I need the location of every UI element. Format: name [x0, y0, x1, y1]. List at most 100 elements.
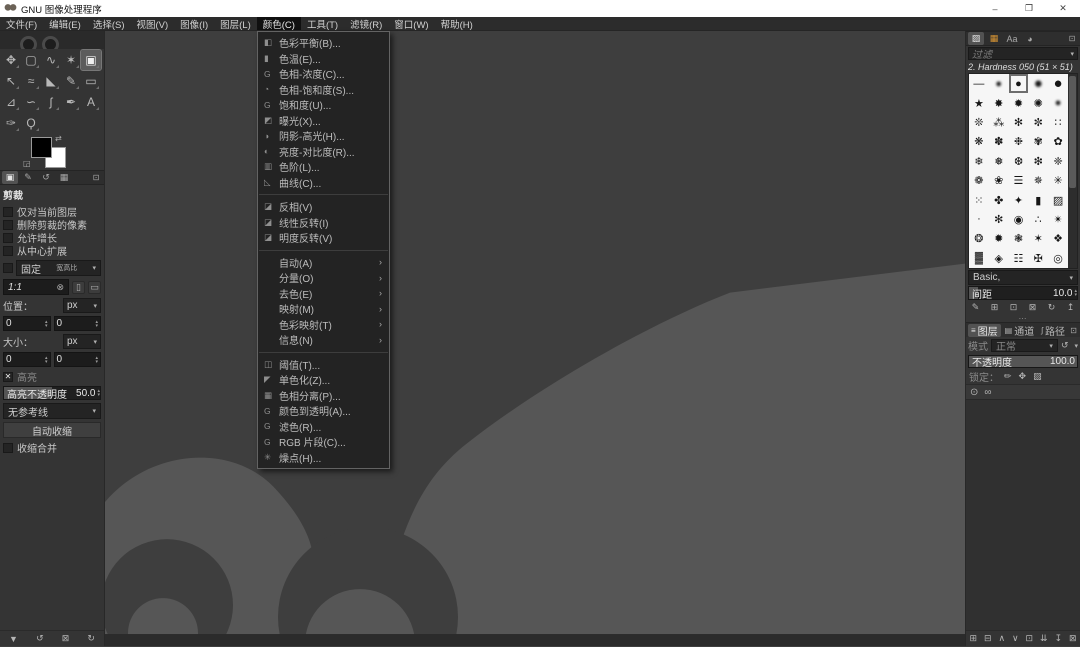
tool-color-picker[interactable]: ✑: [1, 113, 21, 133]
brush-thumbnail[interactable]: ❉: [1009, 132, 1029, 151]
tool-options-tab-icon[interactable]: ▣: [2, 171, 18, 184]
highlight-opacity-slider[interactable]: 高亮不透明度 50.0 ▴ ▾: [3, 386, 101, 400]
reset-tool-options-button[interactable]: ↻: [87, 633, 95, 644]
new-brush-button[interactable]: ⊞: [991, 302, 999, 313]
brush-thumbnail[interactable]: ☰: [1009, 171, 1029, 190]
menu-item-color-to-alpha[interactable]: G 颜色到透明(A)...: [258, 403, 389, 419]
landscape-orientation-button[interactable]: ▭: [88, 280, 101, 294]
reset-mode-icon[interactable]: ↺: [1061, 340, 1069, 351]
anchor-layer-button[interactable]: ↧: [1054, 633, 1062, 644]
brush-thumbnail[interactable]: ❄: [969, 152, 989, 171]
menu-item-levels[interactable]: ▥ 色阶(L)...: [258, 159, 389, 175]
guides-select[interactable]: 无参考线 ▾: [3, 403, 101, 419]
menu-item-posterize[interactable]: ◤ 单色化(Z)...: [258, 372, 389, 388]
brush-thumbnail[interactable]: ✤: [989, 190, 1009, 209]
tool-move[interactable]: ✥: [1, 50, 21, 70]
tab-channels[interactable]: ▤ 通道: [1002, 324, 1038, 338]
menu-v[interactable]: 视图(V): [130, 17, 174, 31]
brush-thumbnail[interactable]: ✽: [989, 132, 1009, 151]
brush-thumbnail[interactable]: ◉: [1009, 210, 1029, 229]
default-colors-icon[interactable]: ◲: [23, 159, 31, 168]
device-status-tab-icon[interactable]: ✎: [20, 171, 36, 184]
menu-item-color-temperature[interactable]: ▮ 色温(E)...: [258, 51, 389, 67]
menu-item-brightness-contrast[interactable]: ◐ 亮度-对比度(R)...: [258, 144, 389, 160]
allow-growing-checkbox[interactable]: [3, 232, 13, 243]
brush-thumbnail[interactable]: ✶: [1028, 229, 1048, 248]
mode-select[interactable]: 正常 ▾: [991, 339, 1058, 353]
menu-item-linear-invert[interactable]: ◪ 线性反转(I): [258, 215, 389, 231]
brush-thumbnail[interactable]: ✻: [1009, 113, 1029, 132]
brush-thumbnail[interactable]: ·: [969, 210, 989, 229]
close-button[interactable]: ✕: [1046, 0, 1080, 17]
menu-item-hue-posterize[interactable]: ▦ 色相分离(P)...: [258, 388, 389, 404]
tool-unified-transform[interactable]: ↖: [1, 71, 21, 91]
menu-item-threshold[interactable]: ◫ 阈值(T)...: [258, 357, 389, 373]
menu-item-map[interactable]: 映射(M) ›: [258, 301, 389, 317]
brush-thumbnail[interactable]: ⁂: [989, 113, 1009, 132]
size-height-input[interactable]: 0 ▴ ▾: [53, 352, 101, 367]
brush-thumbnail[interactable]: ❈: [1048, 152, 1068, 171]
brush-thumbnail[interactable]: ◎: [1048, 249, 1068, 268]
size-unit-select[interactable]: px ▾: [63, 334, 101, 349]
brush-thumbnail[interactable]: ●: [1028, 74, 1048, 93]
brush-thumbnail[interactable]: —: [969, 74, 989, 93]
brush-thumbnail[interactable]: ❊: [969, 113, 989, 132]
menu-item-desaturate[interactable]: 去色(E) ›: [258, 286, 389, 302]
current-layer-only-checkbox[interactable]: [3, 206, 13, 217]
menu-item-exposure[interactable]: ◩ 曝光(X)...: [258, 113, 389, 129]
menu-item-invert[interactable]: ◪ 反相(V): [258, 199, 389, 215]
menu-item-hue-saturation[interactable]: ◔ 色相-饱和度(S)...: [258, 82, 389, 98]
menu-item-auto[interactable]: 自动(A) ›: [258, 255, 389, 271]
tool-bucket-fill[interactable]: ◣: [41, 71, 61, 91]
menu-f[interactable]: 文件(F): [0, 17, 43, 31]
brush-thumbnail[interactable]: ✹: [989, 229, 1009, 248]
dock-splitter[interactable]: ⋯: [966, 314, 1080, 323]
patterns-tab-icon[interactable]: ▦: [986, 32, 1002, 45]
brush-thumbnail[interactable]: ☷: [1009, 249, 1029, 268]
refresh-brushes-button[interactable]: ↻: [1048, 302, 1056, 313]
brush-thumbnail[interactable]: ●: [1048, 93, 1068, 112]
menu-item-tone-mapping[interactable]: 色彩映射(T) ›: [258, 317, 389, 333]
brush-thumbnail[interactable]: ∷: [1048, 113, 1068, 132]
tool-fuzzy-select[interactable]: ✶: [61, 50, 81, 70]
brush-thumbnail[interactable]: ✿: [1048, 132, 1068, 151]
dock-menu-icon[interactable]: ⊡: [1066, 34, 1078, 43]
brush-thumbnail[interactable]: ❂: [969, 229, 989, 248]
brush-thumbnail[interactable]: ❆: [1009, 152, 1029, 171]
brush-thumbnail[interactable]: ▓: [969, 249, 989, 268]
delete-brush-button[interactable]: ⊠: [1029, 302, 1037, 313]
images-tab-icon[interactable]: ▦: [56, 171, 72, 184]
new-layer-group-button[interactable]: ⊟: [984, 633, 992, 644]
duplicate-layer-button[interactable]: ⊡: [1026, 633, 1034, 644]
swap-colors-icon[interactable]: ⇄: [55, 134, 62, 143]
brush-thumbnail[interactable]: ●: [989, 74, 1009, 93]
tool-eraser[interactable]: ▭: [81, 71, 101, 91]
size-width-input[interactable]: 0 ▴ ▾: [3, 352, 51, 367]
brush-thumbnail[interactable]: ▮: [1028, 190, 1048, 209]
brush-thumbnail[interactable]: ✾: [1028, 132, 1048, 151]
open-brush-as-image-button[interactable]: ↥: [1067, 302, 1075, 313]
portrait-orientation-button[interactable]: ▯: [72, 280, 85, 294]
brushes-tab-icon[interactable]: ▨: [968, 32, 984, 45]
brush-thumbnail[interactable]: ❀: [989, 171, 1009, 190]
brush-spacing-slider[interactable]: 间距 10.0 ▴ ▾: [968, 286, 1078, 300]
maximize-button[interactable]: ❐: [1012, 0, 1046, 17]
tool-alignment[interactable]: ⊿: [1, 92, 21, 112]
brush-thumbnail[interactable]: ❁: [969, 171, 989, 190]
brush-thumbnail[interactable]: ✦: [1009, 190, 1029, 209]
brush-thumbnail[interactable]: ✠: [1028, 249, 1048, 268]
brush-thumbnail[interactable]: ★: [969, 93, 989, 112]
brush-thumbnail[interactable]: ⁙: [969, 190, 989, 209]
brush-thumbnail[interactable]: ✺: [1028, 93, 1048, 112]
brush-thumbnail[interactable]: ❃: [1009, 229, 1029, 248]
menu-s[interactable]: 选择(S): [87, 17, 131, 31]
shrink-merged-checkbox[interactable]: [3, 442, 13, 453]
menu-w[interactable]: 窗口(W): [388, 17, 434, 31]
brush-thumbnail[interactable]: ❅: [989, 152, 1009, 171]
layer-list-empty[interactable]: [966, 399, 1080, 630]
tool-zoom[interactable]: Ϙ: [21, 113, 41, 133]
visibility-icon[interactable]: ⊙: [970, 387, 978, 398]
option-expand-from-center[interactable]: 从中心扩展: [3, 244, 101, 258]
menu-e[interactable]: 编辑(E): [43, 17, 87, 31]
new-layer-button[interactable]: ⊞: [969, 633, 977, 644]
